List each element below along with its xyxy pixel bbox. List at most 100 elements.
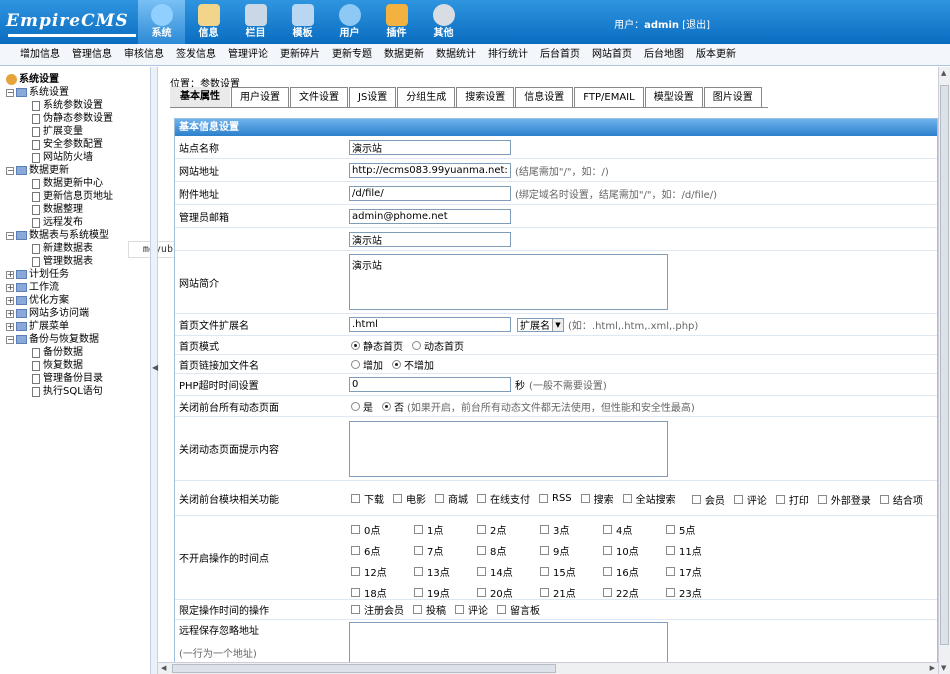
hour-option[interactable]: 8点 (475, 543, 538, 558)
hour-option[interactable]: 17点 (664, 564, 727, 579)
limit-op-option[interactable]: 留言板 (495, 602, 540, 617)
expand-icon[interactable]: + (6, 270, 14, 279)
hour-option[interactable]: 18点 (349, 585, 412, 600)
subnav-link[interactable]: 后台首页 (534, 44, 586, 66)
hour-option[interactable]: 4点 (601, 522, 664, 537)
sidebar-group[interactable]: + 工作流 (6, 281, 150, 294)
hour-option[interactable]: 1点 (412, 522, 475, 537)
sidebar-item[interactable]: 数据整理 (6, 203, 150, 216)
hour-option[interactable]: 13点 (412, 564, 475, 579)
subnav-link[interactable]: 更新碎片 (274, 44, 326, 66)
checkbox[interactable] (351, 493, 360, 503)
attach-url-input[interactable] (349, 185, 511, 201)
subnav-link[interactable]: 后台地图 (638, 44, 690, 66)
subnav-link[interactable]: 数据统计 (430, 44, 482, 66)
checkbox[interactable] (775, 495, 785, 504)
checkbox[interactable] (477, 546, 486, 555)
checkbox[interactable] (413, 605, 422, 614)
horizontal-scroll-thumb[interactable] (172, 664, 556, 673)
subnav-link[interactable]: 签发信息 (170, 44, 222, 66)
module-option[interactable]: 打印 (774, 492, 809, 507)
hour-option[interactable]: 14点 (475, 564, 538, 579)
checkbox[interactable] (497, 605, 506, 614)
radio-option[interactable]: 是 (349, 399, 373, 414)
horizontal-scrollbar[interactable]: ◀ ▶ (158, 662, 938, 674)
subnav-link[interactable]: 审核信息 (118, 44, 170, 66)
checkbox[interactable] (580, 493, 590, 503)
checkbox[interactable] (603, 525, 612, 534)
checkbox[interactable] (435, 493, 444, 503)
scroll-down-icon[interactable]: ▼ (941, 664, 946, 672)
checkbox[interactable] (477, 567, 486, 576)
sidebar-item[interactable]: 管理备份目录 (6, 372, 150, 385)
checkbox[interactable] (603, 546, 612, 555)
checkbox[interactable] (603, 588, 612, 597)
sidebar-group[interactable]: + 优化方案 (6, 294, 150, 307)
site-intro-textarea[interactable]: 演示站 (349, 254, 668, 310)
hour-option[interactable]: 6点 (349, 543, 412, 558)
remote-ignore-textarea[interactable] (349, 622, 668, 665)
sidebar-item[interactable]: 备份数据 (6, 346, 150, 359)
checkbox[interactable] (351, 546, 360, 555)
subnav-link[interactable]: 管理信息 (66, 44, 118, 66)
checkbox[interactable] (393, 493, 402, 503)
checkbox[interactable] (666, 588, 675, 597)
tab-8[interactable]: 模型设置 (644, 87, 703, 107)
subnav-link[interactable]: 数据更新 (378, 44, 430, 66)
module-option[interactable]: 会员 (690, 492, 725, 507)
close-tip-textarea[interactable] (349, 420, 668, 477)
radio-option[interactable]: 增加 (349, 357, 383, 372)
hour-option[interactable]: 0点 (349, 522, 412, 537)
subnav-link[interactable]: 排行统计 (482, 44, 534, 66)
module-option[interactable]: 结合项 (878, 492, 923, 507)
subnav-link[interactable]: 网站首页 (586, 44, 638, 66)
checkbox[interactable] (666, 525, 675, 534)
checkbox[interactable] (691, 495, 701, 504)
hour-option[interactable]: 7点 (412, 543, 475, 558)
sidebar-root[interactable]: 系统设置 (6, 73, 150, 86)
admin-email-input[interactable] (349, 208, 511, 224)
module-option[interactable]: 评论 (732, 492, 767, 507)
checkbox[interactable] (539, 493, 548, 503)
nav-item-6[interactable]: 其他 (420, 0, 467, 44)
sidebar-group[interactable]: − 系统设置 (6, 86, 150, 99)
checkbox[interactable] (666, 567, 675, 576)
sidebar-item[interactable]: 扩展变量 (6, 125, 150, 138)
checkbox[interactable] (414, 525, 423, 534)
limit-op-option[interactable]: 评论 (453, 602, 488, 617)
vertical-scrollbar[interactable]: ▲ ▼ (938, 67, 950, 674)
tab-2[interactable]: 文件设置 (290, 87, 348, 107)
checkbox[interactable] (540, 588, 549, 597)
sidebar-group[interactable]: − 数据更新 (6, 164, 150, 177)
module-option[interactable]: RSS (537, 491, 572, 506)
subnav-link[interactable]: 版本更新 (690, 44, 742, 66)
checkbox[interactable] (351, 588, 360, 597)
checkbox[interactable] (477, 525, 486, 534)
collapse-icon[interactable]: − (6, 231, 14, 240)
sidebar-item[interactable]: 系统参数设置 (6, 99, 150, 112)
module-option[interactable]: 电影 (391, 491, 426, 506)
collapse-icon[interactable]: − (6, 88, 14, 97)
hour-option[interactable]: 22点 (601, 585, 664, 600)
expand-icon[interactable]: + (6, 309, 14, 318)
limit-op-option[interactable]: 投稿 (411, 602, 446, 617)
hour-option[interactable]: 2点 (475, 522, 538, 537)
checkbox[interactable] (879, 495, 889, 504)
radio-button[interactable] (392, 360, 401, 369)
radio-button[interactable] (382, 401, 391, 411)
subnav-link[interactable]: 更新专题 (326, 44, 378, 66)
checkbox[interactable] (414, 567, 423, 576)
tab-6[interactable]: 信息设置 (515, 87, 574, 107)
radio-option[interactable]: 动态首页 (410, 338, 464, 353)
hour-option[interactable]: 23点 (664, 585, 727, 600)
radio-button[interactable] (351, 341, 360, 350)
module-option[interactable]: 搜索 (579, 491, 614, 506)
hour-option[interactable]: 11点 (664, 543, 727, 558)
checkbox[interactable] (351, 605, 360, 614)
hour-option[interactable]: 16点 (601, 564, 664, 579)
index-ext-select[interactable]: 扩展名 ▼ (517, 317, 564, 332)
tab-5[interactable]: 搜索设置 (456, 87, 515, 107)
module-option[interactable]: 外部登录 (816, 492, 871, 507)
sidebar-item[interactable]: 执行SQL语句 (6, 385, 150, 398)
nav-item-4[interactable]: 用户 (326, 0, 373, 44)
